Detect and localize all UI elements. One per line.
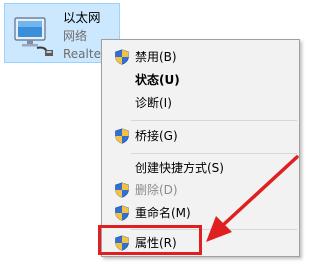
uac-shield-icon bbox=[115, 49, 129, 65]
menu-separator bbox=[131, 120, 297, 121]
menu-item-diagnose[interactable]: 诊断(I) bbox=[104, 92, 297, 114]
adapter-name: 以太网 bbox=[63, 10, 101, 25]
menu-item-label: 创建快捷方式(S) bbox=[135, 161, 224, 175]
menu-item-rename[interactable]: 重命名(M) bbox=[104, 202, 297, 224]
menu-item-bridge[interactable]: 桥接(G) bbox=[104, 125, 297, 147]
uac-shield-icon bbox=[115, 182, 129, 198]
menu-item-delete: 删除(D) bbox=[104, 179, 297, 201]
menu-item-label: 禁用(B) bbox=[135, 50, 177, 64]
menu-item-status[interactable]: 状态(U) bbox=[104, 69, 297, 91]
uac-shield-icon bbox=[115, 128, 129, 144]
menu-item-label: 状态(U) bbox=[135, 73, 180, 87]
menu-item-label: 重命名(M) bbox=[135, 206, 191, 220]
uac-shield-icon bbox=[115, 205, 129, 221]
menu-item-disable[interactable]: 禁用(B) bbox=[104, 46, 297, 68]
menu-item-create-shortcut[interactable]: 创建快捷方式(S) bbox=[104, 157, 297, 179]
menu-item-label: 桥接(G) bbox=[135, 129, 178, 143]
menu-item-label: 诊断(I) bbox=[135, 96, 172, 110]
menu-item-label: 删除(D) bbox=[135, 183, 178, 197]
network-adapter-icon bbox=[14, 17, 53, 56]
menu-separator bbox=[131, 153, 297, 154]
annotation-highlight-box bbox=[98, 225, 202, 255]
